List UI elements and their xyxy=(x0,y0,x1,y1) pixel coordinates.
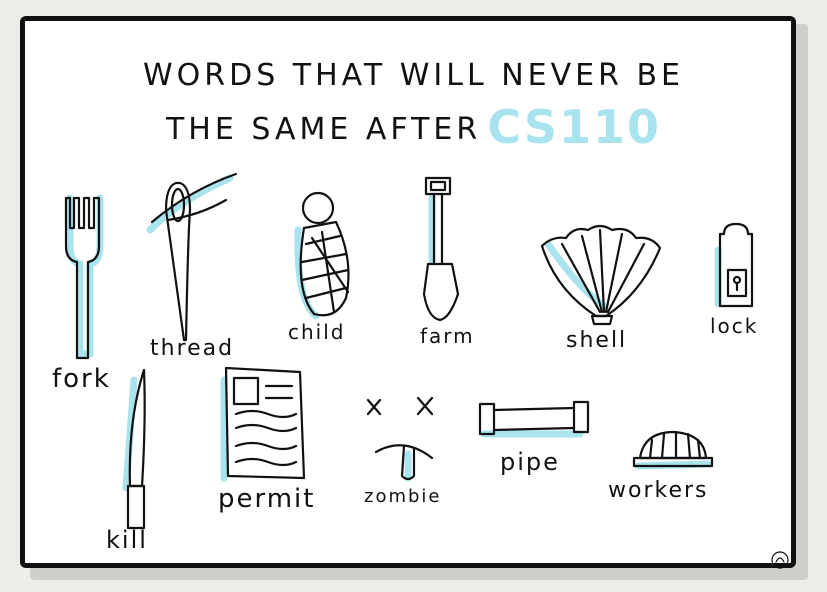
hard-hat-icon xyxy=(632,430,714,470)
label-kill: kill xyxy=(106,526,148,554)
label-shell: shell xyxy=(566,328,628,353)
label-child: child xyxy=(288,320,346,344)
label-pipe: pipe xyxy=(500,448,560,476)
canvas: WORDS THAT WILL NEVER BE THE SAME AFTER C… xyxy=(0,0,827,592)
door-hanger-lock-icon xyxy=(714,222,754,308)
seashell-icon xyxy=(540,224,662,326)
label-fork: fork xyxy=(52,364,111,394)
shovel-icon xyxy=(422,176,460,322)
label-farm: farm xyxy=(420,324,475,348)
needle-thread-icon xyxy=(146,172,238,342)
pipe-icon xyxy=(478,400,590,438)
label-zombie: zombie xyxy=(364,486,442,507)
label-lock: lock xyxy=(710,314,759,338)
zombie-face-icon xyxy=(366,396,434,482)
signature-mark xyxy=(771,551,789,569)
knife-icon xyxy=(122,368,146,530)
label-workers: workers xyxy=(608,478,709,503)
label-permit: permit xyxy=(218,484,316,514)
label-thread: thread xyxy=(150,336,235,361)
document-icon xyxy=(220,366,306,482)
fork-icon xyxy=(64,194,104,360)
swaddled-baby-icon xyxy=(294,191,350,320)
